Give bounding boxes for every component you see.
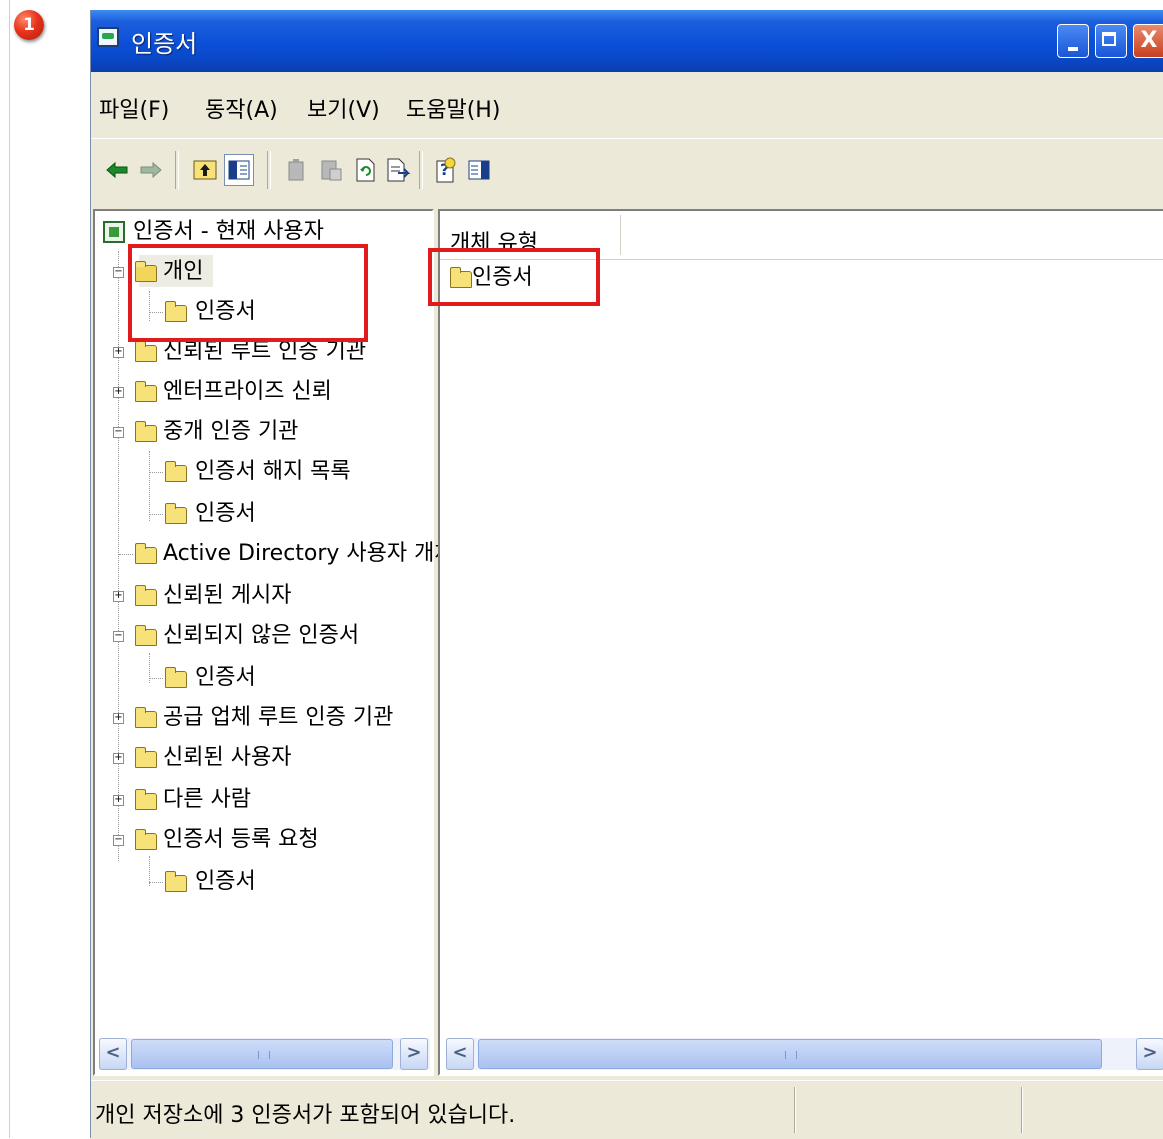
menu-bar: 파일(F) 동작(A) 보기(V) 도움말(H) [91,72,1163,138]
list-horizontal-scrollbar[interactable]: < > [446,1038,1163,1070]
title-bar[interactable]: 인증서 X [91,10,1163,72]
collapse-icon[interactable]: − [113,835,124,846]
maximize-icon [1102,32,1116,46]
toolbar-separator [175,151,179,189]
scroll-grip-icon [785,1051,797,1059]
folder-icon [135,421,157,442]
back-arrow-icon[interactable] [103,155,131,185]
toolbar: ? [91,138,1163,205]
menu-action[interactable]: 동작(A) [205,92,278,124]
expand-icon[interactable]: + [113,387,124,398]
folder-icon [165,871,187,892]
collapse-icon[interactable]: − [113,267,124,278]
scroll-right-button[interactable]: > [400,1038,428,1070]
highlight-box-certificates [428,248,600,306]
export-list-icon[interactable] [383,155,411,185]
menu-file[interactable]: 파일(F) [99,92,169,124]
maximize-button[interactable] [1095,24,1127,58]
scroll-grip-icon [258,1051,270,1059]
folder-icon [135,585,157,606]
list-pane[interactable]: 개체 유형 인증서 < > [438,209,1163,1076]
column-divider[interactable] [620,215,621,255]
step-number-badge: 1 [14,10,44,40]
menu-view[interactable]: 보기(V) [307,92,380,124]
tree-connector [149,451,150,521]
window-title: 인증서 [131,30,198,58]
expand-icon[interactable]: + [113,753,124,764]
page-edge-line [9,0,10,1138]
folder-icon [165,667,187,688]
folder-icon [165,503,187,524]
properties-icon[interactable] [317,155,345,185]
toolbar-separator [267,151,271,189]
folder-icon [135,707,157,728]
status-text: 개인 저장소에 3 인증서가 포함되어 있습니다. [95,1103,516,1128]
folder-icon [135,789,157,810]
menu-help[interactable]: 도움말(H) [406,92,500,124]
expand-icon[interactable]: + [113,591,124,602]
up-one-level-icon[interactable] [191,155,219,185]
scroll-left-button[interactable]: < [99,1038,127,1070]
highlight-box-personal [128,244,368,342]
folder-icon [135,625,157,646]
scroll-thumb[interactable] [478,1039,1102,1069]
folder-icon [135,747,157,768]
tree-horizontal-scrollbar[interactable]: < > [99,1038,430,1070]
expand-icon[interactable]: + [113,713,124,724]
toolbar-separator [419,151,423,189]
tree-root-label: 인증서 - 현재 사용자 [133,219,324,244]
expand-icon[interactable]: + [113,795,124,806]
tree-connector [118,251,119,861]
folder-icon [135,341,157,362]
help-icon[interactable]: ? [431,155,459,185]
show-hide-action-pane-icon[interactable] [465,155,493,185]
minimize-icon [1068,47,1078,51]
minimize-button[interactable] [1057,24,1089,58]
status-bar: 개인 저장소에 3 인증서가 포함되어 있습니다. [91,1080,1163,1139]
show-hide-tree-icon[interactable] [224,154,254,186]
status-separator [1021,1087,1023,1133]
scroll-left-button[interactable]: < [446,1038,474,1070]
refresh-icon[interactable] [351,155,379,185]
collapse-icon[interactable]: − [113,427,124,438]
certificate-store-icon [103,221,125,243]
scroll-right-button[interactable]: > [1136,1038,1163,1070]
folder-icon [135,829,157,850]
folder-icon [165,461,187,482]
scroll-thumb[interactable] [131,1039,393,1069]
certificate-app-icon[interactable] [97,27,119,47]
collapse-icon[interactable]: − [113,631,124,642]
delete-icon[interactable] [283,155,311,185]
close-button[interactable]: X [1133,24,1163,58]
folder-icon [135,381,157,402]
folder-icon [135,543,157,564]
forward-arrow-icon[interactable] [137,155,165,185]
status-separator [794,1087,796,1133]
expand-icon[interactable]: + [113,347,124,358]
certificates-window: 인증서 X 파일(F) 동작(A) 보기(V) 도움말(H) ? 인증서 - 현… [90,10,1163,1139]
